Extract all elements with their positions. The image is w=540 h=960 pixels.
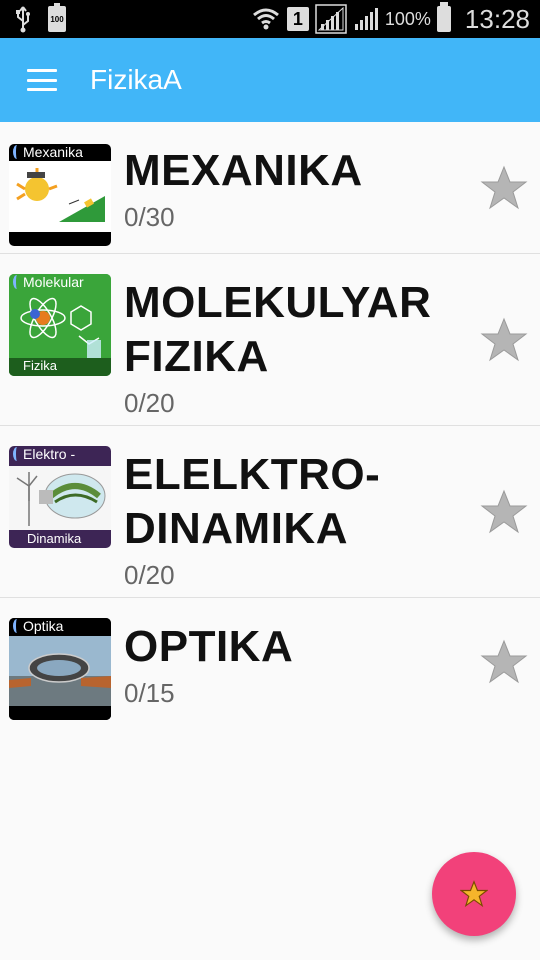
molekulyar-thumbnail: Molekular Fizika (9, 274, 111, 376)
elektro-thumbnail: Elektro - Dinamika (9, 446, 111, 548)
battery-status-icon: 100 (48, 3, 66, 32)
title-line: MEXANIKA (124, 146, 363, 195)
star-outline-icon[interactable] (480, 316, 528, 364)
item-title: OPTIKA (124, 620, 460, 674)
item-progress: 0/20 (124, 388, 175, 418)
app-bar: FizikaA (0, 38, 540, 122)
title-line: FIZIKA (124, 332, 269, 381)
title-line: DINAMIKA (124, 504, 348, 553)
item-progress: 0/15 (124, 678, 175, 708)
thumb-label: Molekular (23, 274, 84, 290)
battery-percent: 100% (384, 8, 431, 29)
star-outline-icon[interactable] (480, 638, 528, 686)
thumb-label: Elektro - (23, 446, 76, 462)
item-title: MOLEKULYAR FIZIKA (124, 276, 460, 384)
item-title: MEXANIKA (124, 144, 460, 198)
app-title: FizikaA (90, 64, 182, 95)
favorites-fab-button[interactable] (432, 852, 516, 936)
hamburger-menu-icon[interactable] (10, 48, 74, 112)
thumb-label: Optika (23, 618, 64, 634)
star-outline-icon[interactable] (480, 488, 528, 536)
title-line: OPTIKA (124, 622, 294, 671)
signal-icon-sim1 (315, 4, 347, 34)
clock: 13:28 (464, 3, 530, 34)
title-line: ELELKTRO- (124, 450, 381, 499)
wifi-icon (251, 5, 281, 33)
signal-icon-sim2 (353, 6, 379, 32)
thumb-sublabel: Dinamika (27, 531, 82, 546)
battery-icon (436, 2, 451, 32)
status-bar: 100 1 100% 13:28 (0, 0, 540, 38)
star-icon (460, 880, 488, 908)
list-item-elektro-dinamika[interactable]: Elektro - Dinamika ELELKTRO- DINAMIKA 0/2… (0, 426, 540, 598)
list-item-molekulyar-fizika[interactable]: Molekular Fizika MOLEKULYAR FIZIKA 0/20 (0, 254, 540, 426)
topic-list: Mexanika MEXANIKA 0/30 Molekular Fizika … (0, 122, 540, 728)
title-line: MOLEKULYAR (124, 278, 432, 327)
mexanika-thumbnail: Mexanika (9, 144, 111, 246)
item-title: ELELKTRO- DINAMIKA (124, 448, 460, 556)
usb-icon (14, 5, 32, 33)
list-item-optika[interactable]: Optika OPTIKA 0/15 (0, 598, 540, 728)
list-item-mexanika[interactable]: Mexanika MEXANIKA 0/30 (0, 122, 540, 254)
item-progress: 0/30 (124, 202, 175, 232)
item-progress: 0/20 (124, 560, 175, 590)
optika-thumbnail: Optika (9, 618, 111, 720)
thumb-sublabel: Fizika (23, 358, 57, 373)
star-outline-icon[interactable] (480, 164, 528, 212)
sim-indicator: 1 (286, 7, 309, 31)
